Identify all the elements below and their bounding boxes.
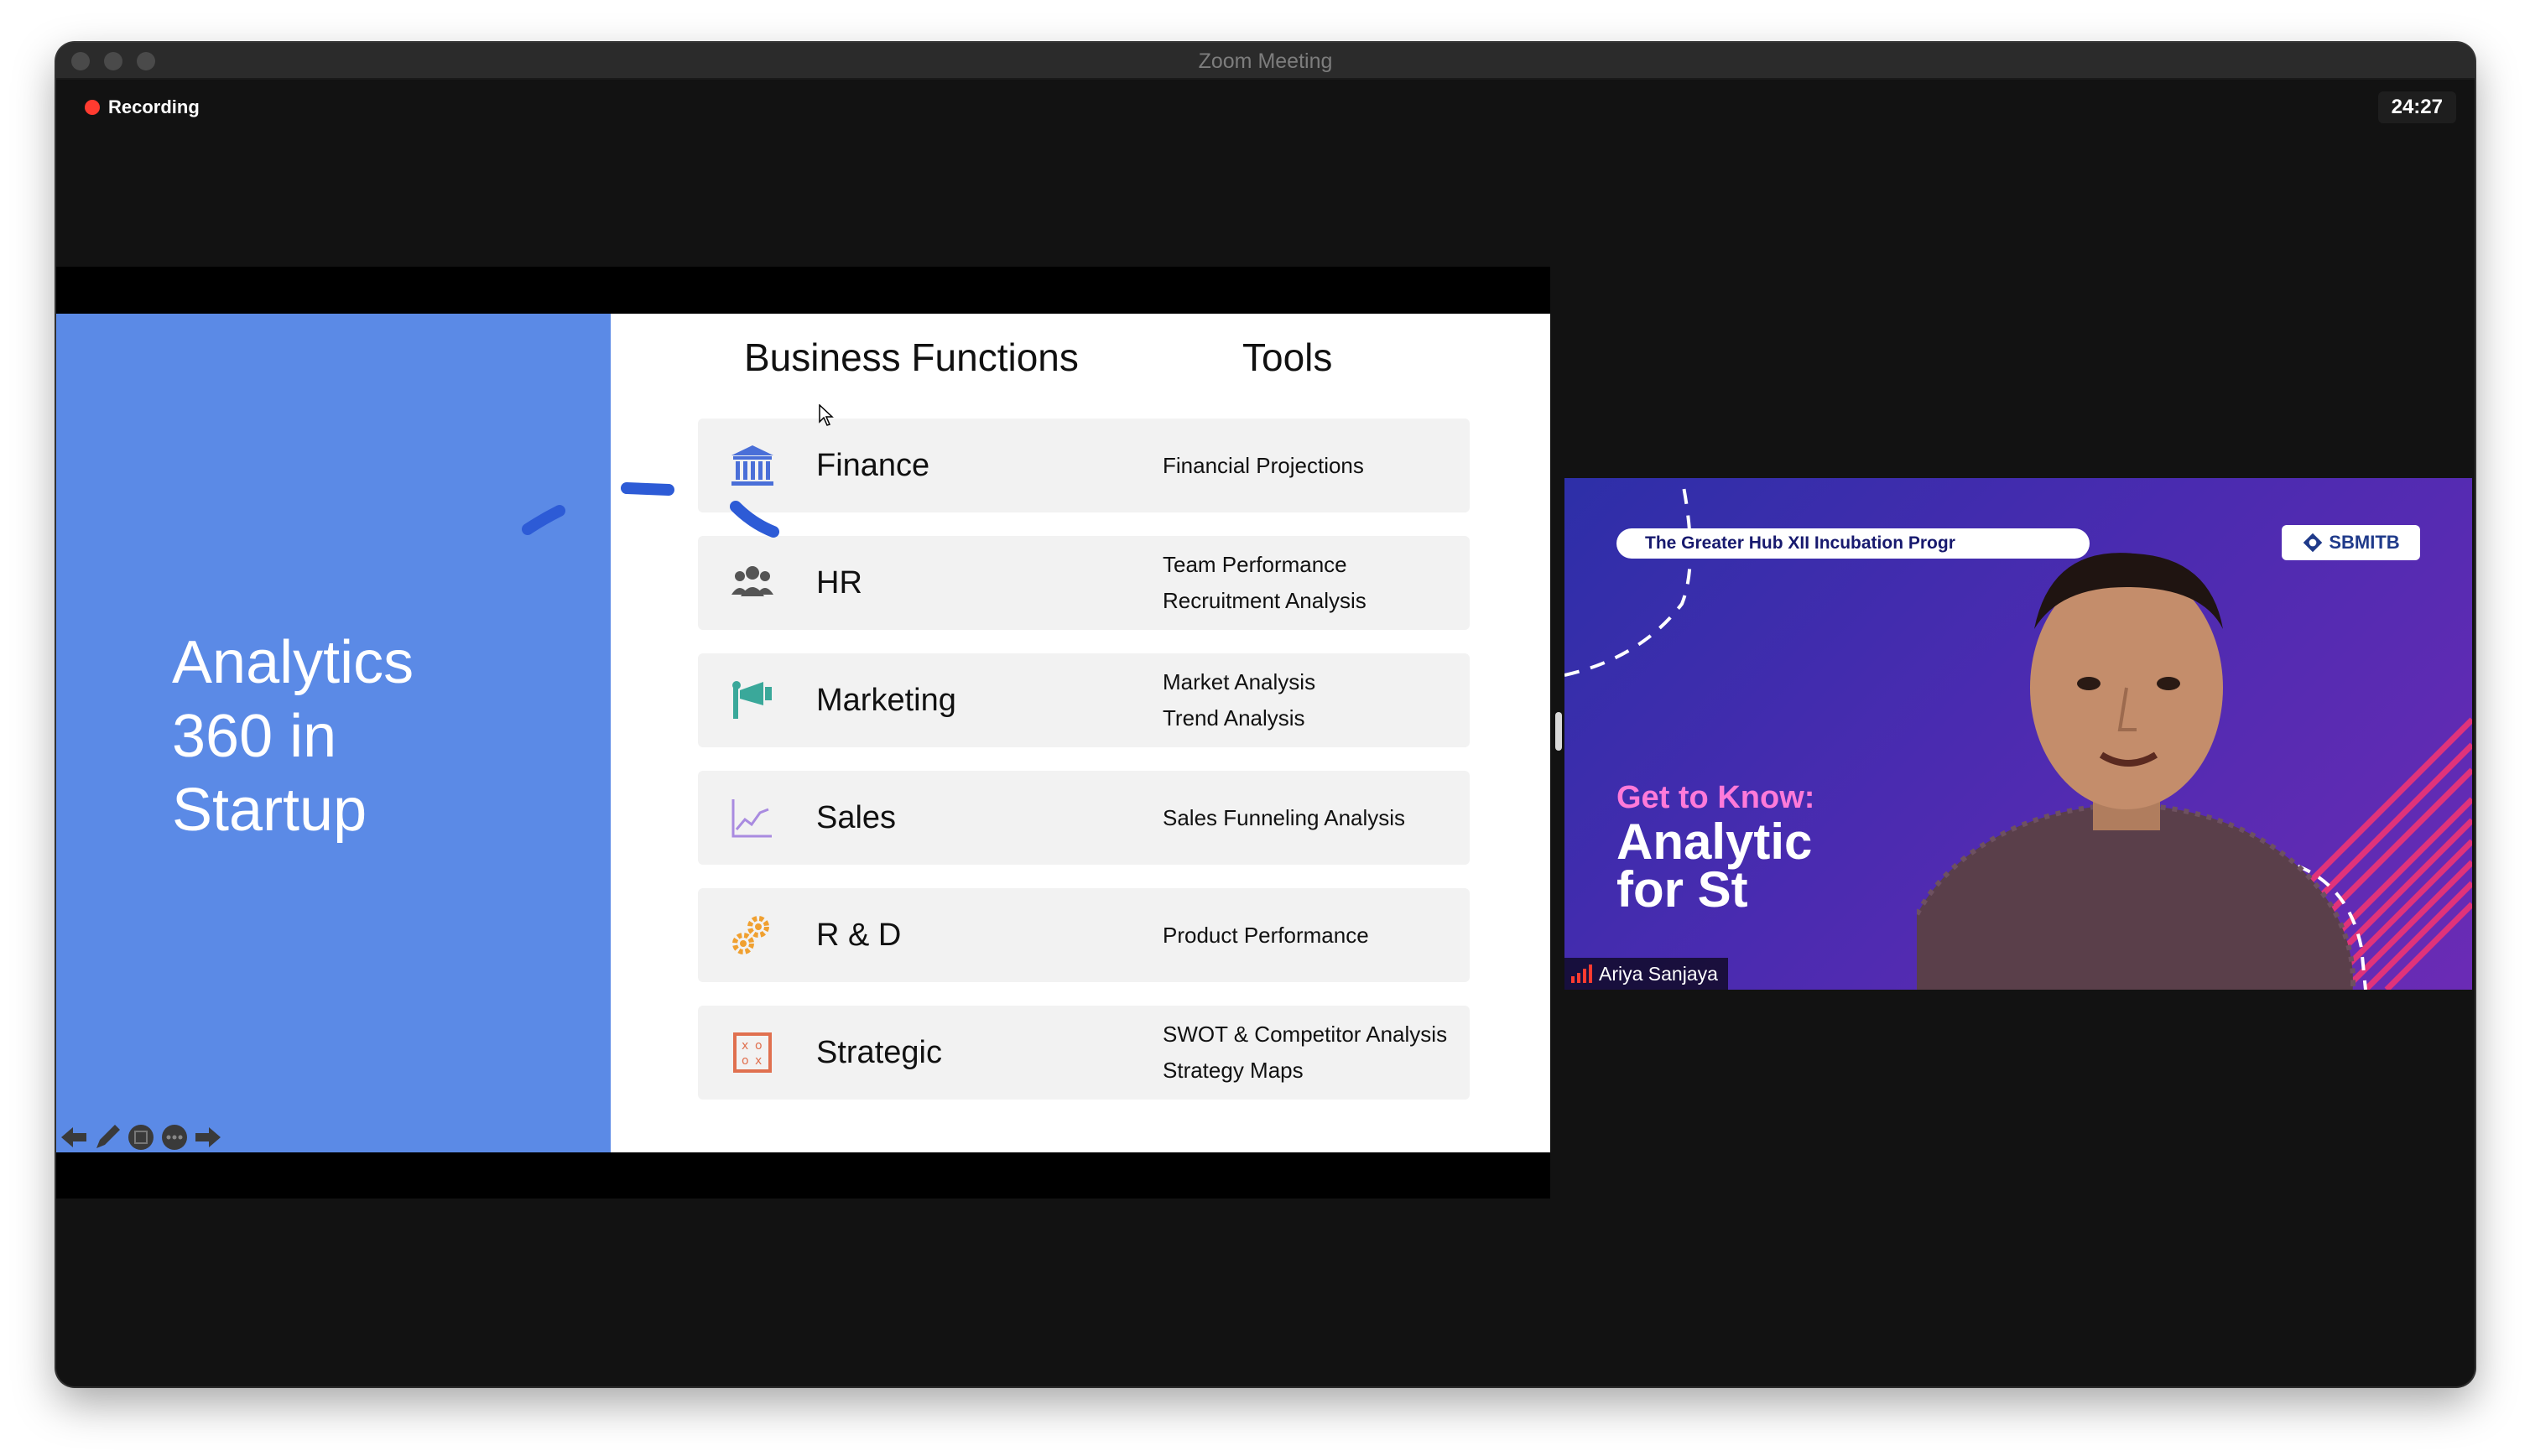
slide-title-line: 360 in — [172, 703, 337, 770]
tool-item: Recruitment Analysis — [1163, 588, 1367, 613]
participant-video-tile[interactable]: The Greater Hub XII Incubation Progr SBM… — [1564, 478, 2472, 990]
participant-name: Ariya Sanjaya — [1599, 963, 1718, 985]
slide-overview-button[interactable] — [127, 1123, 155, 1152]
get-to-know-text: Get to Know: — [1616, 780, 1815, 815]
zoom-window: Zoom Meeting Recording 24:27 Analytics 3… — [56, 43, 2475, 1386]
more-options-button[interactable] — [160, 1123, 189, 1152]
window-title: Zoom Meeting — [1198, 49, 1333, 73]
function-name: Sales — [816, 800, 897, 835]
slide-title-line: Analytics — [172, 629, 414, 696]
shared-screen[interactable]: Analytics 360 in Startup Business Functi… — [56, 267, 1550, 1199]
function-row-rnd: R & D Product Performance — [698, 888, 1470, 982]
function-tools: Financial Projections — [1163, 419, 1364, 512]
more-dots-icon — [162, 1125, 187, 1150]
svg-text:o: o — [742, 1054, 749, 1068]
tool-item: Strategy Maps — [1163, 1058, 1304, 1083]
tool-item: Sales Funneling Analysis — [1163, 804, 1406, 830]
record-dot-icon — [85, 100, 100, 115]
headline-line-1: Analytic — [1616, 814, 1813, 870]
function-row-finance: Finance Financial Projections — [698, 419, 1470, 512]
function-name: Marketing — [816, 683, 956, 718]
meeting-timer: 24:27 — [2377, 91, 2456, 123]
slideshow-controls — [60, 1122, 222, 1152]
slide-title-panel: Analytics 360 in Startup — [56, 314, 611, 1152]
arrow-left-icon — [61, 1127, 86, 1147]
tool-item: Trend Analysis — [1163, 705, 1305, 731]
function-row-strategic: x o o x Strategic SWOT & Competitor Anal… — [698, 1006, 1470, 1100]
presenter-video — [1917, 553, 2356, 990]
function-tools: Sales Funneling Analysis — [1163, 771, 1405, 865]
svg-text:x: x — [742, 1039, 748, 1053]
function-row-sales: Sales Sales Funneling Analysis — [698, 771, 1470, 865]
tools-header: Tools — [1242, 335, 1333, 379]
function-name: R & D — [816, 918, 902, 953]
title-bar[interactable]: Zoom Meeting — [56, 43, 2475, 80]
pen-tool-button[interactable] — [93, 1123, 122, 1152]
tool-item: Financial Projections — [1163, 452, 1364, 478]
next-slide-button[interactable] — [194, 1123, 222, 1152]
function-name: HR — [816, 565, 862, 601]
svg-text:o: o — [755, 1039, 763, 1053]
previous-slide-button[interactable] — [60, 1123, 88, 1152]
business-functions-header: Business Functions — [744, 335, 1079, 379]
recording-label: Recording — [108, 96, 200, 117]
slide-title: Analytics 360 in Startup — [172, 626, 414, 847]
participant-name-tag: Ariya Sanjaya — [1564, 958, 1728, 990]
people-icon — [731, 566, 773, 596]
signal-strength-icon — [1571, 965, 1592, 983]
line-chart-icon — [731, 799, 772, 838]
split-view-resize-handle[interactable] — [1555, 712, 1562, 751]
tool-item: Product Performance — [1163, 922, 1369, 948]
pen-icon — [96, 1125, 120, 1148]
tool-item: SWOT & Competitor Analysis — [1163, 1022, 1448, 1047]
strategy-board-icon: x o o x — [733, 1032, 772, 1073]
function-tools: Product Performance — [1163, 888, 1369, 982]
headline-line-2: for St — [1616, 861, 1748, 918]
svg-text:x: x — [755, 1054, 762, 1068]
tool-item: Team Performance — [1163, 552, 1347, 577]
arrow-right-icon — [195, 1127, 221, 1147]
function-tools: Market Analysis Trend Analysis — [1163, 653, 1315, 747]
slide-title-line: Startup — [172, 777, 367, 844]
function-row-hr: HR Team Performance Recruitment Analysis — [698, 536, 1470, 630]
function-row-marketing: Marketing Market Analysis Trend Analysis — [698, 653, 1470, 747]
tool-item: Market Analysis — [1163, 669, 1316, 694]
recording-indicator[interactable]: Recording — [85, 96, 200, 118]
function-name: Finance — [816, 448, 930, 483]
mouse-cursor-icon — [819, 404, 834, 426]
function-name: Strategic — [816, 1035, 942, 1070]
annotation-strokes — [522, 482, 779, 538]
function-tools: SWOT & Competitor Analysis Strategy Maps — [1163, 1006, 1447, 1100]
function-tools: Team Performance Recruitment Analysis — [1163, 536, 1367, 630]
megaphone-icon — [732, 681, 772, 719]
presentation-slide: Analytics 360 in Startup Business Functi… — [56, 314, 1550, 1152]
gears-icon — [732, 916, 769, 954]
grid-circle-icon — [128, 1125, 154, 1150]
